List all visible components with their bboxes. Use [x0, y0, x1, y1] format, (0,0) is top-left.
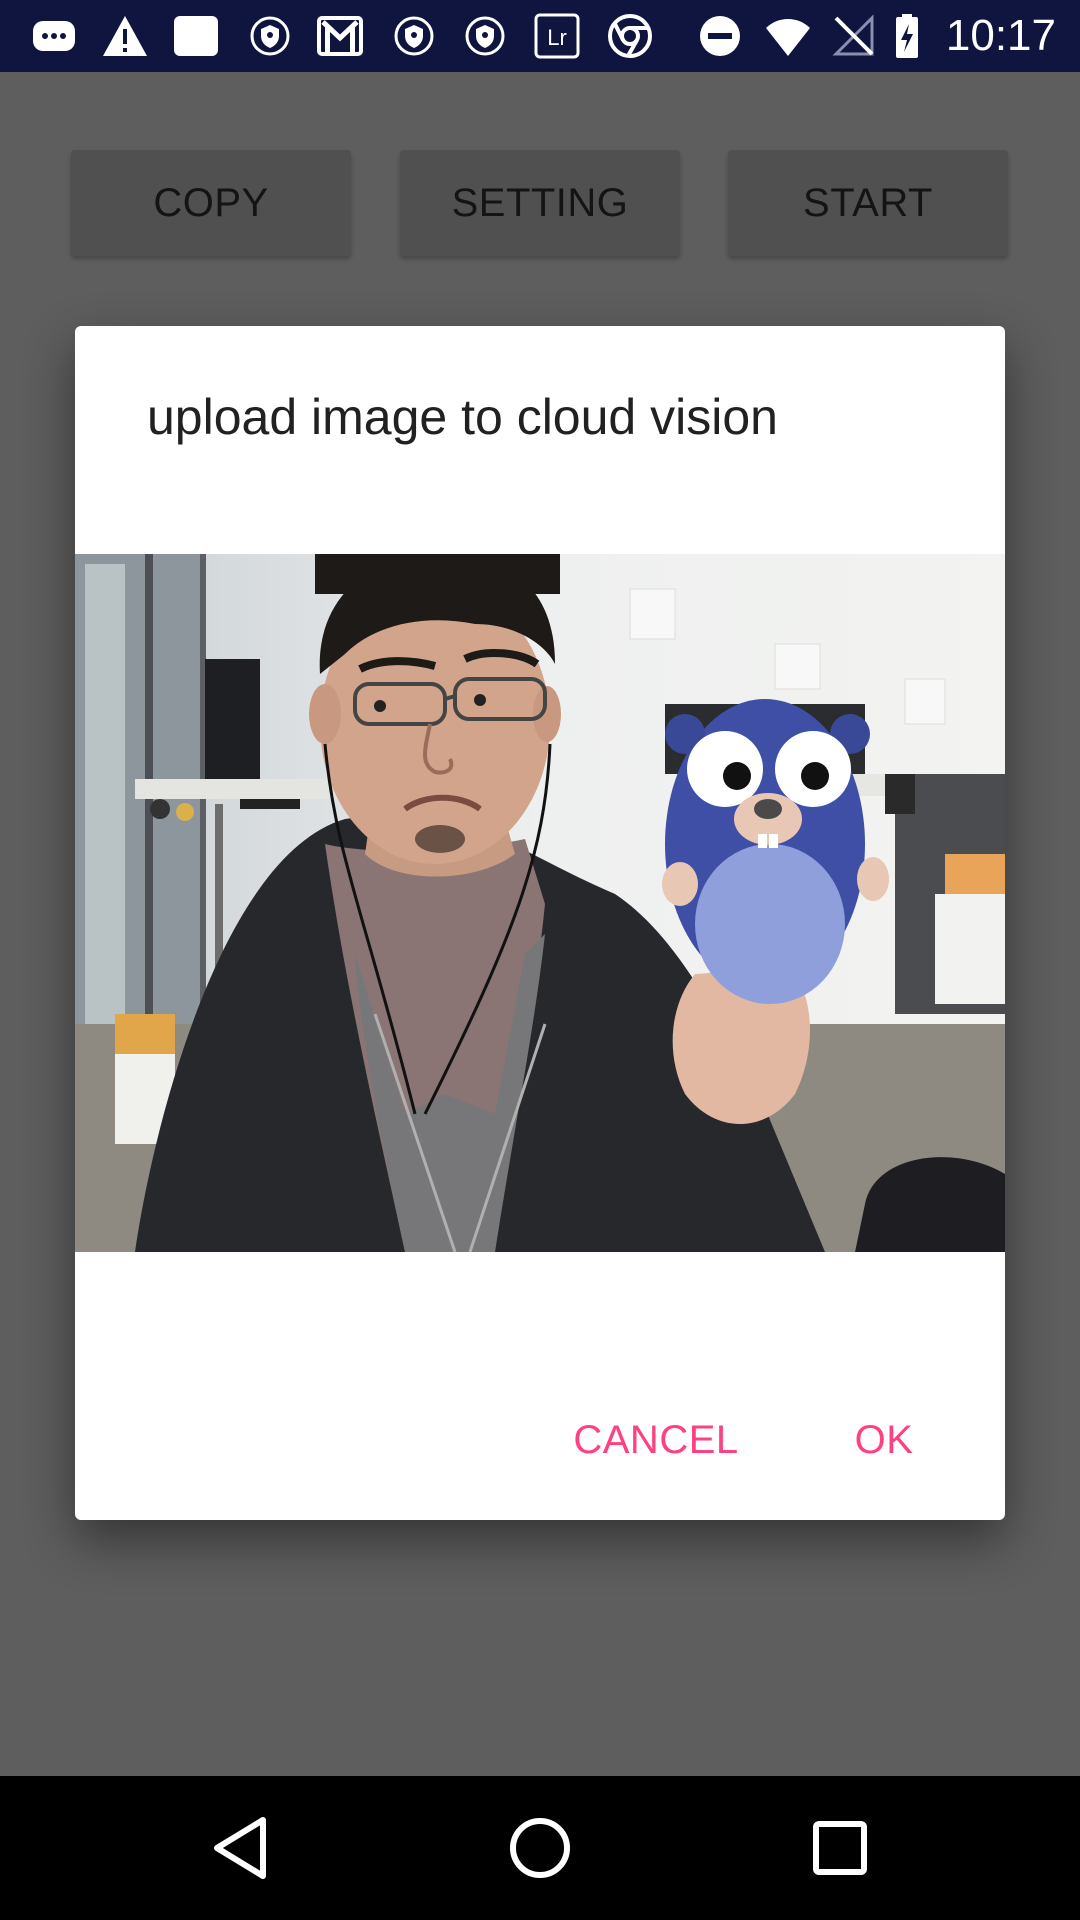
dialog-title: upload image to cloud vision	[147, 389, 778, 445]
ok-button[interactable]: OK	[824, 1400, 944, 1480]
battery-charging-icon	[888, 12, 936, 60]
vpn-shield-icon	[390, 12, 438, 60]
dialog-actions: CANCEL OK	[75, 1380, 1005, 1520]
recents-icon[interactable]	[804, 1812, 876, 1884]
warning-icon	[101, 12, 149, 60]
gmail-icon	[316, 12, 364, 60]
do-not-disturb-icon	[696, 12, 744, 60]
lightroom-text: Lr	[547, 25, 567, 50]
upload-dialog: upload image to cloud vision CANCEL OK	[75, 326, 1005, 1520]
screen: Lr 10:17 COPY SETTING START upload image…	[0, 0, 1080, 1920]
start-button[interactable]: START	[728, 150, 1008, 256]
no-signal-icon	[830, 12, 878, 60]
back-icon[interactable]	[205, 1812, 277, 1884]
navigation-bar	[0, 1776, 1080, 1920]
copy-button[interactable]: COPY	[71, 150, 351, 256]
home-icon[interactable]	[504, 1812, 576, 1884]
messages-icon	[30, 12, 78, 60]
chrome-icon	[606, 12, 654, 60]
lightroom-icon: Lr	[533, 12, 581, 60]
status-clock: 10:17	[945, 11, 1056, 60]
status-bar: Lr 10:17	[0, 0, 1080, 72]
cancel-button[interactable]: CANCEL	[556, 1400, 756, 1480]
photo-person-holding-gopher-plush	[75, 554, 1005, 1252]
vpn-shield-icon	[461, 12, 509, 60]
wifi-icon	[764, 12, 812, 60]
preview-image	[75, 554, 1005, 1252]
blank-notification-icon	[172, 12, 220, 60]
setting-button[interactable]: SETTING	[400, 150, 680, 256]
vpn-shield-icon	[246, 12, 294, 60]
